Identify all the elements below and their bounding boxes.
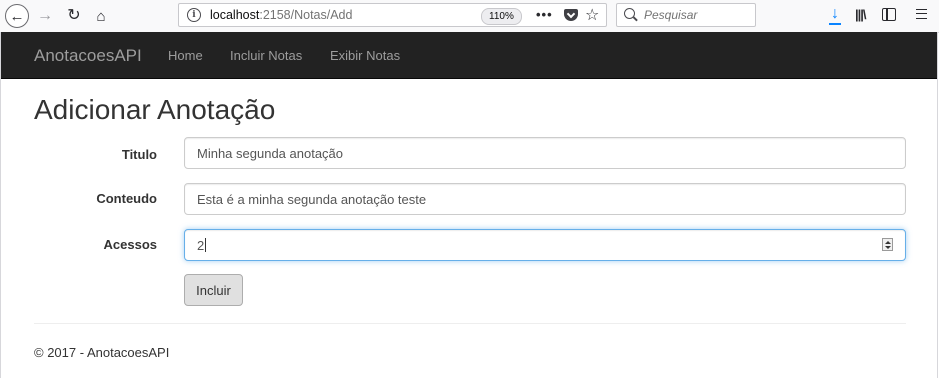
nav-incluir-notas-link[interactable]: Incluir Notas [230, 48, 302, 63]
acessos-value: 2 [197, 238, 205, 253]
nav-exibir-notas-link[interactable]: Exibir Notas [330, 48, 400, 63]
spin-up-icon[interactable] [885, 241, 891, 244]
url-bar[interactable]: i localhost:2158/Notas/Add 110% ••• ☆ [178, 3, 607, 27]
conteudo-input[interactable]: Esta é a minha segunda anotação teste [184, 183, 906, 215]
acessos-label: Acessos [103, 237, 157, 252]
back-icon[interactable]: ← [5, 4, 29, 28]
brand-link[interactable]: AnotacoesAPI [34, 46, 142, 66]
conteudo-label: Conteudo [96, 191, 157, 206]
text-caret [205, 238, 207, 252]
forward-icon[interactable]: → [33, 4, 57, 28]
info-icon[interactable]: i [187, 8, 201, 22]
incluir-button[interactable]: Incluir [184, 274, 243, 306]
pocket-icon[interactable] [564, 9, 578, 21]
footer-divider [34, 323, 906, 324]
home-icon[interactable]: ⌂ [89, 4, 113, 28]
conteudo-value: Esta é a minha segunda anotação teste [197, 192, 427, 207]
search-icon [624, 8, 635, 19]
page-content: AnotacoesAPI Home Incluir Notas Exibir N… [0, 32, 938, 378]
browser-toolbar: ← → ↻ ⌂ i localhost:2158/Notas/Add 110% … [0, 0, 939, 33]
nav-home-link[interactable]: Home [168, 48, 203, 63]
sidebar-icon[interactable] [882, 8, 896, 21]
page-title: Adicionar Anotação [34, 94, 276, 125]
page-actions-icon[interactable]: ••• [536, 7, 553, 22]
search-bar[interactable]: Pesquisar [616, 3, 756, 27]
download-icon[interactable]: ↓ [828, 6, 842, 25]
star-icon[interactable]: ☆ [585, 5, 599, 25]
reload-icon[interactable]: ↻ [62, 4, 86, 28]
titulo-input[interactable]: Minha segunda anotação [184, 137, 906, 169]
library-icon[interactable]: |||\ [855, 7, 866, 22]
acessos-input[interactable]: 2 [184, 229, 906, 261]
spin-down-icon[interactable] [885, 246, 891, 249]
titulo-value: Minha segunda anotação [197, 146, 344, 161]
footer-text: © 2017 - AnotacoesAPI [34, 345, 170, 360]
url-path: :2158/Notas/Add [259, 8, 353, 22]
titulo-label: Titulo [121, 147, 157, 162]
url-text[interactable]: localhost:2158/Notas/Add [210, 8, 352, 22]
url-host: localhost [210, 8, 260, 22]
menu-icon[interactable] [916, 9, 927, 19]
acessos-value-wrap: 2 [197, 238, 207, 253]
spinner-icon[interactable] [882, 238, 893, 251]
search-placeholder: Pesquisar [644, 8, 698, 22]
zoom-badge[interactable]: 110% [481, 8, 522, 25]
site-navbar: AnotacoesAPI Home Incluir Notas Exibir N… [1, 32, 937, 79]
